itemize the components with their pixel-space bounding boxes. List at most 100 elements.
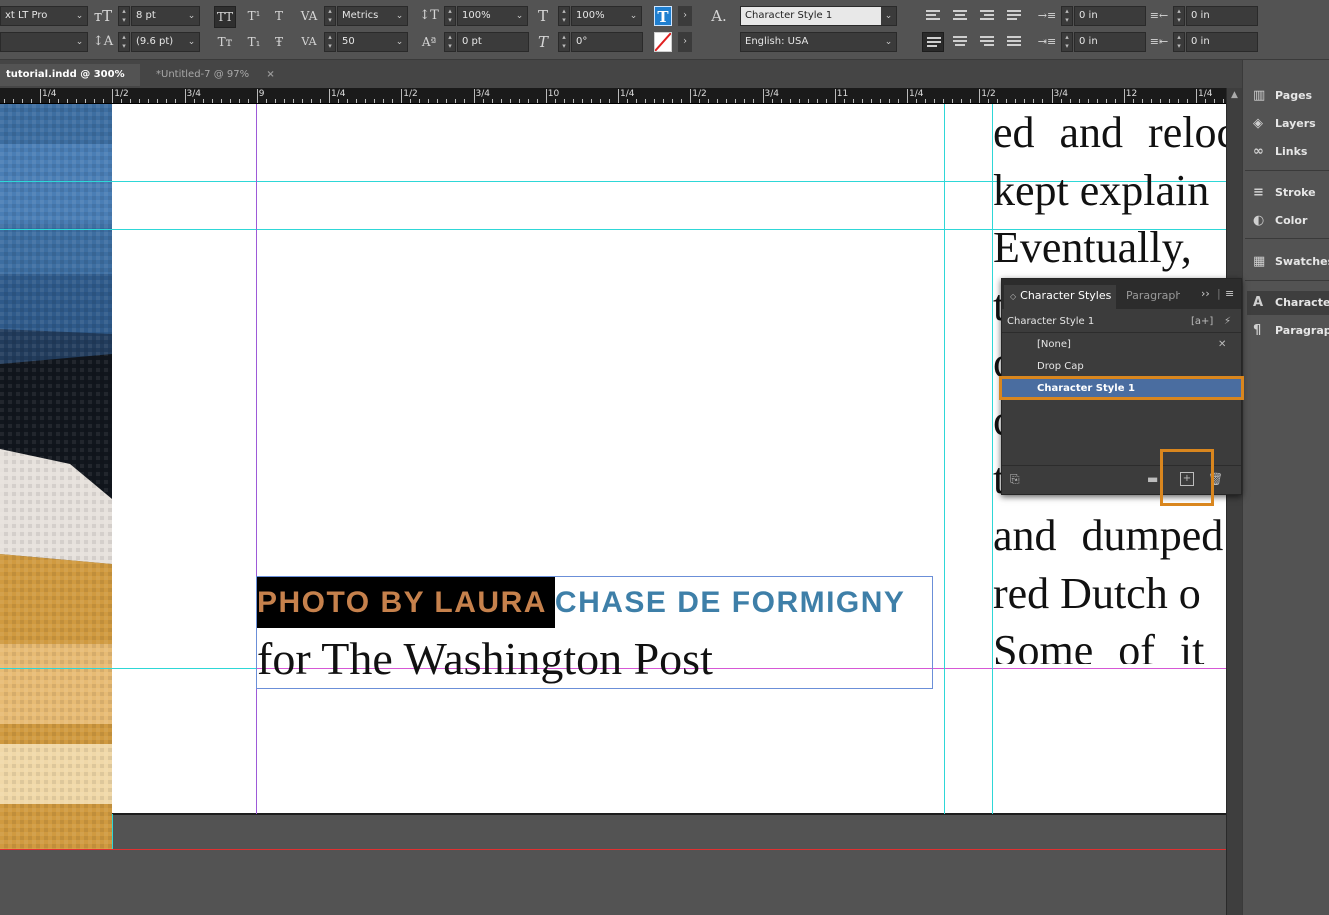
panel-menu-icon[interactable]: ≡ — [1225, 287, 1234, 300]
leading-dropdown[interactable]: ⌄ — [184, 32, 200, 52]
left-indent-icon: →≡ — [1037, 9, 1057, 22]
leading-stepper[interactable]: ▴ ▾ — [118, 32, 130, 52]
last-line-indent-stepper[interactable]: ▴ ▾ — [1173, 32, 1185, 52]
tab-paragraph-styles[interactable]: Paragraph — [1126, 285, 1180, 309]
close-icon[interactable]: × — [266, 69, 274, 80]
ruler-minor-tick — [582, 99, 583, 103]
all-caps-icon[interactable]: TT — [214, 6, 236, 28]
expand-arrow-icon-2[interactable]: › — [678, 32, 692, 52]
language-field[interactable]: English: USA — [740, 32, 882, 52]
vertical-scale-field[interactable]: 100% — [457, 6, 513, 26]
horizontal-scale-dropdown[interactable]: ⌄ — [626, 6, 642, 26]
tracking-stepper[interactable]: ▴ ▾ — [324, 32, 336, 52]
font-style-field[interactable] — [0, 32, 74, 52]
ruler-minor-tick — [392, 99, 393, 103]
caption-highlighted-text[interactable]: PHOTO BY LAURA — [257, 577, 555, 628]
expand-panels-icon[interactable]: ›› — [1201, 287, 1210, 300]
language-dropdown[interactable]: ⌄ — [881, 32, 897, 52]
first-line-indent-field[interactable]: 0 in — [1074, 32, 1146, 52]
leading-icon: ↕A — [92, 34, 114, 49]
dock-item-swatches[interactable]: ▦ Swatches — [1253, 250, 1329, 274]
expand-arrow-icon[interactable]: › — [678, 6, 692, 26]
justify-all-left-icon[interactable] — [922, 32, 944, 52]
clear-overrides-icon[interactable]: ✕ — [1218, 334, 1226, 356]
text-fill-swatch-icon[interactable]: T — [654, 6, 672, 26]
dock-item-pages[interactable]: ▥ Pages — [1253, 84, 1312, 108]
body-text-line: and dumped — [993, 511, 1224, 561]
align-center-icon[interactable] — [949, 6, 971, 26]
caption-credit-rest[interactable]: CHASE DE FORMIGNY — [555, 586, 906, 619]
style-row-none[interactable]: [None] ✕ — [1002, 334, 1241, 356]
justify-left-icon[interactable] — [1003, 6, 1025, 26]
margin-guide[interactable] — [256, 104, 257, 814]
style-row-drop-cap[interactable]: Drop Cap — [1002, 356, 1241, 378]
dock-item-links[interactable]: ∞ Links — [1253, 140, 1307, 164]
ruler-minor-tick — [1115, 99, 1116, 103]
justify-center-icon[interactable] — [949, 32, 971, 52]
right-indent-field[interactable]: 0 in — [1186, 6, 1258, 26]
tab-character-styles[interactable]: ◇ Character Styles — [1004, 285, 1116, 309]
dock-item-paragraph-styles[interactable]: ¶ Paragraph — [1253, 319, 1329, 343]
first-line-indent-stepper[interactable]: ▴ ▾ — [1061, 32, 1073, 52]
character-style-dropdown[interactable]: ⌄ — [881, 6, 897, 26]
baseline-shift-field[interactable]: 0 pt — [457, 32, 529, 52]
horizontal-ruler[interactable]: 1/4 1/2 3/4 9 1/4 1/2 3/4 10 1/4 1/2 3/4 11 1/4 1/2 3/… — [0, 88, 1226, 104]
column-guide[interactable] — [944, 104, 945, 814]
font-size-field[interactable]: 8 pt — [131, 6, 185, 26]
new-folder-icon[interactable]: ▬ — [1147, 472, 1158, 486]
horizontal-scale-field[interactable]: 100% — [571, 6, 627, 26]
font-size-dropdown[interactable]: ⌄ — [184, 6, 200, 26]
align-left-icon[interactable] — [922, 6, 944, 26]
vertical-scale-stepper[interactable]: ▴ ▾ — [444, 6, 456, 26]
dock-item-character-styles[interactable]: A Character — [1247, 291, 1329, 315]
underline-icon[interactable]: T — [268, 6, 290, 26]
kerning-dropdown[interactable]: ⌄ — [392, 6, 408, 26]
superscript-icon[interactable]: T¹ — [243, 6, 265, 26]
tab-tutorial[interactable]: tutorial.indd @ 300% × — [0, 64, 140, 102]
dock-item-stroke[interactable]: ≡ Stroke — [1253, 181, 1316, 205]
justify-right-icon[interactable] — [976, 32, 998, 52]
horizontal-scale-stepper[interactable]: ▴ ▾ — [558, 6, 570, 26]
ruler-minor-tick — [157, 99, 158, 103]
font-style-dropdown[interactable]: ⌄ — [72, 32, 88, 52]
skew-stepper[interactable]: ▴ ▾ — [558, 32, 570, 52]
tracking-dropdown[interactable]: ⌄ — [392, 32, 408, 52]
skew-field[interactable]: 0° — [571, 32, 643, 52]
strikethrough-icon[interactable]: Ŧ — [268, 32, 290, 52]
small-caps-icon[interactable]: Tт — [214, 32, 236, 52]
font-family-dropdown[interactable]: ⌄ — [72, 6, 88, 26]
subscript-icon[interactable]: T₁ — [243, 32, 265, 52]
dock-item-layers[interactable]: ◈ Layers — [1253, 112, 1316, 136]
left-indent-field[interactable]: 0 in — [1074, 6, 1146, 26]
scroll-up-arrow-icon[interactable]: ▲ — [1227, 90, 1242, 100]
caption-second-line[interactable]: for The Washington Post — [257, 632, 713, 686]
align-right-icon[interactable] — [976, 6, 998, 26]
baseline-shift-stepper[interactable]: ▴ ▾ — [444, 32, 456, 52]
ruler-minor-tick — [1124, 99, 1125, 103]
quick-apply-icon[interactable]: ⚡ — [1224, 311, 1231, 333]
last-line-indent-field[interactable]: 0 in — [1186, 32, 1258, 52]
vertical-scale-dropdown[interactable]: ⌄ — [512, 6, 528, 26]
dock-collapse-strip[interactable]: ▲ — [1226, 88, 1242, 915]
collapse-icon[interactable]: ◇ — [1010, 292, 1016, 301]
ruler-label: 10 — [547, 89, 560, 99]
dock-item-color[interactable]: ◐ Color — [1253, 209, 1307, 233]
text-stroke-swatch-icon[interactable] — [654, 32, 672, 52]
font-size-stepper[interactable]: ▴ ▾ — [118, 6, 130, 26]
font-family-field[interactable]: xt LT Pro — [0, 6, 74, 26]
character-style-field[interactable]: Character Style 1 — [740, 6, 882, 26]
tracking-field[interactable]: 50 — [337, 32, 393, 52]
right-indent-stepper[interactable]: ▴ ▾ — [1173, 6, 1185, 26]
caption-credit-line[interactable]: PHOTO BY LAURA CHASE DE FORMIGNY — [257, 577, 905, 628]
ruler-minor-tick — [40, 99, 41, 103]
kerning-stepper[interactable]: ▴ ▾ — [324, 6, 336, 26]
left-indent-stepper[interactable]: ▴ ▾ — [1061, 6, 1073, 26]
tab-untitled-7[interactable]: *Untitled-7 @ 97% × — [150, 64, 280, 86]
ruler-minor-tick — [383, 99, 384, 103]
ruler-minor-tick — [799, 99, 800, 103]
new-style-quick-icon[interactable]: [a+] — [1191, 311, 1213, 333]
kerning-field[interactable]: Metrics — [337, 6, 393, 26]
justify-all-icon[interactable] — [1003, 32, 1025, 52]
load-styles-icon[interactable]: ⎘ — [1010, 472, 1020, 487]
leading-field[interactable]: (9.6 pt) — [131, 32, 185, 52]
